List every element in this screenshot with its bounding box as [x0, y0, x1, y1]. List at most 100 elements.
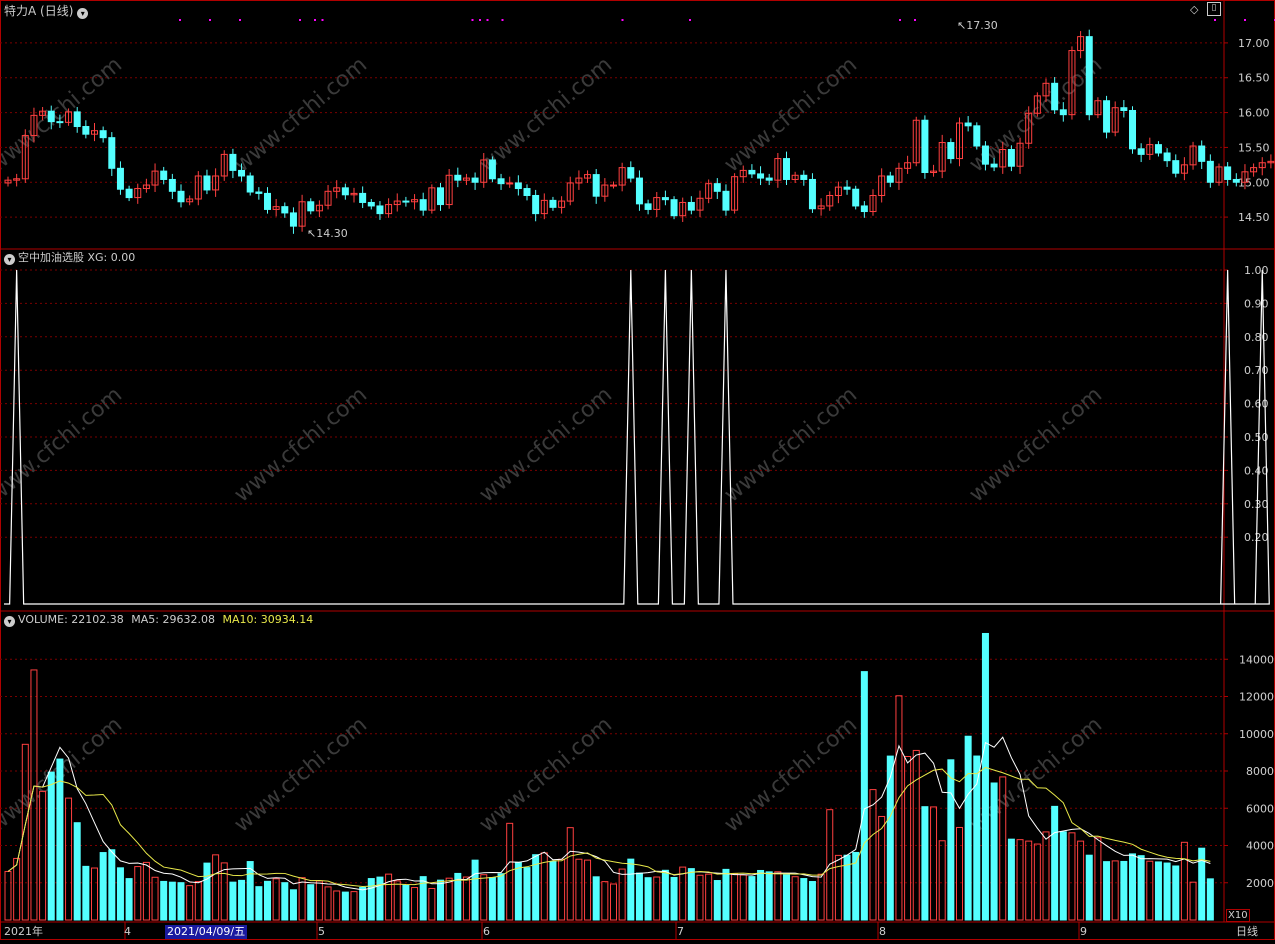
volume-bar — [1077, 840, 1085, 921]
candle-body — [1103, 100, 1111, 133]
candle — [1258, 157, 1266, 176]
candle — [921, 115, 929, 179]
candle-body — [367, 201, 375, 207]
signal-marker — [479, 19, 481, 21]
watermark: www.cfchi.com — [0, 52, 127, 177]
candle — [653, 192, 661, 218]
price-pane-header: 特力A (日线) ▾ — [4, 4, 91, 19]
volume-bar — [514, 861, 522, 921]
period-tab[interactable]: 日线 — [1236, 925, 1258, 939]
volume-bar — [731, 873, 739, 921]
volume-bar — [748, 876, 756, 921]
candle-body — [687, 201, 695, 211]
candle — [1077, 31, 1085, 59]
candle — [618, 162, 626, 192]
volume-bar — [255, 886, 263, 921]
volume-bar — [471, 859, 479, 921]
candle-body — [437, 187, 444, 206]
candle — [1120, 100, 1128, 118]
volume-bar — [687, 868, 695, 921]
candle — [1007, 145, 1015, 172]
candle-body — [497, 178, 505, 185]
candle-body — [964, 122, 972, 127]
restore-window-icon[interactable]: ▯ — [1207, 2, 1221, 16]
volume-bar — [912, 749, 920, 921]
candle — [1267, 154, 1275, 169]
candle — [765, 173, 773, 186]
candle-body — [765, 177, 773, 181]
volume-bar — [558, 858, 566, 921]
volume-bar — [834, 854, 842, 921]
candle — [635, 170, 643, 211]
candle — [1094, 97, 1102, 119]
chevron-down-icon[interactable]: ▾ — [77, 8, 89, 19]
low-annotation: ↖14.30 — [307, 227, 348, 240]
diamond-icon[interactable]: ◇ — [1190, 3, 1198, 16]
watermark: www.cfchi.com — [230, 52, 372, 177]
candle-body — [108, 137, 116, 169]
candle-body — [1007, 149, 1015, 167]
candle-body — [47, 110, 55, 123]
volume-tick-label: 2000 — [1246, 877, 1274, 890]
signal-marker — [1244, 19, 1246, 21]
candle-body — [644, 203, 652, 210]
candle — [264, 187, 271, 214]
volume-bar — [635, 872, 643, 921]
chevron-down-icon[interactable]: ▾ — [4, 254, 15, 265]
watermark: www.cfchi.com — [475, 712, 617, 837]
volume-bar — [229, 881, 237, 921]
volume-tick-label: 12000 — [1239, 691, 1274, 704]
indicator-var: XG: — [87, 251, 108, 264]
indicator-name[interactable]: 空中加油选股 — [18, 251, 84, 264]
candle-body — [661, 197, 669, 201]
indicator-value: 0.00 — [110, 251, 136, 264]
candle — [333, 180, 341, 199]
candle — [834, 181, 842, 204]
indicator-tick-label: 0.90 — [1244, 297, 1269, 310]
candle — [661, 190, 669, 206]
price-tick-label: 16.00 — [1238, 107, 1270, 120]
candle — [194, 171, 202, 206]
candle-body — [203, 175, 211, 191]
volume-bar — [921, 806, 929, 921]
indicator-tick-label: 1.00 — [1244, 264, 1269, 277]
volume-bar — [904, 755, 912, 921]
candle — [549, 196, 557, 211]
candle — [428, 184, 436, 214]
candle — [1189, 141, 1197, 170]
candle — [1215, 163, 1223, 186]
candle — [393, 193, 401, 212]
chevron-down-icon[interactable]: ▾ — [4, 616, 15, 627]
stock-title: 特力A — [4, 4, 37, 18]
candle — [1129, 106, 1136, 154]
volume-bar — [705, 873, 713, 921]
chart-canvas[interactable]: www.cfchi.com www.cfchi.com www.cfchi.com w… — [0, 0, 1275, 940]
volume-bar — [220, 862, 228, 921]
watermark: www.cfchi.com — [720, 382, 862, 507]
volume-bar — [1094, 837, 1102, 921]
volume-label[interactable]: VOLUME: — [18, 613, 68, 626]
candle — [904, 155, 912, 174]
volume-bar — [1163, 862, 1171, 921]
candle-body — [506, 182, 514, 185]
candle — [1016, 137, 1024, 174]
candle — [125, 185, 133, 202]
volume-bar — [238, 879, 246, 921]
signal-marker — [1214, 19, 1216, 21]
volume-bar — [601, 881, 609, 921]
candle — [705, 179, 713, 204]
volume-bar — [1129, 853, 1136, 921]
candle — [1103, 95, 1111, 139]
candle — [644, 199, 652, 215]
candle — [731, 173, 739, 214]
volume-bar — [930, 806, 938, 921]
candle — [212, 168, 220, 197]
candle — [930, 164, 938, 177]
volume-value: 22102.38 — [71, 613, 124, 626]
candle — [601, 178, 609, 202]
volume-bar — [1172, 865, 1180, 921]
candle — [696, 190, 704, 218]
axis-month-label: 6 — [483, 925, 490, 938]
candle-body — [307, 201, 315, 212]
candle — [437, 182, 444, 211]
